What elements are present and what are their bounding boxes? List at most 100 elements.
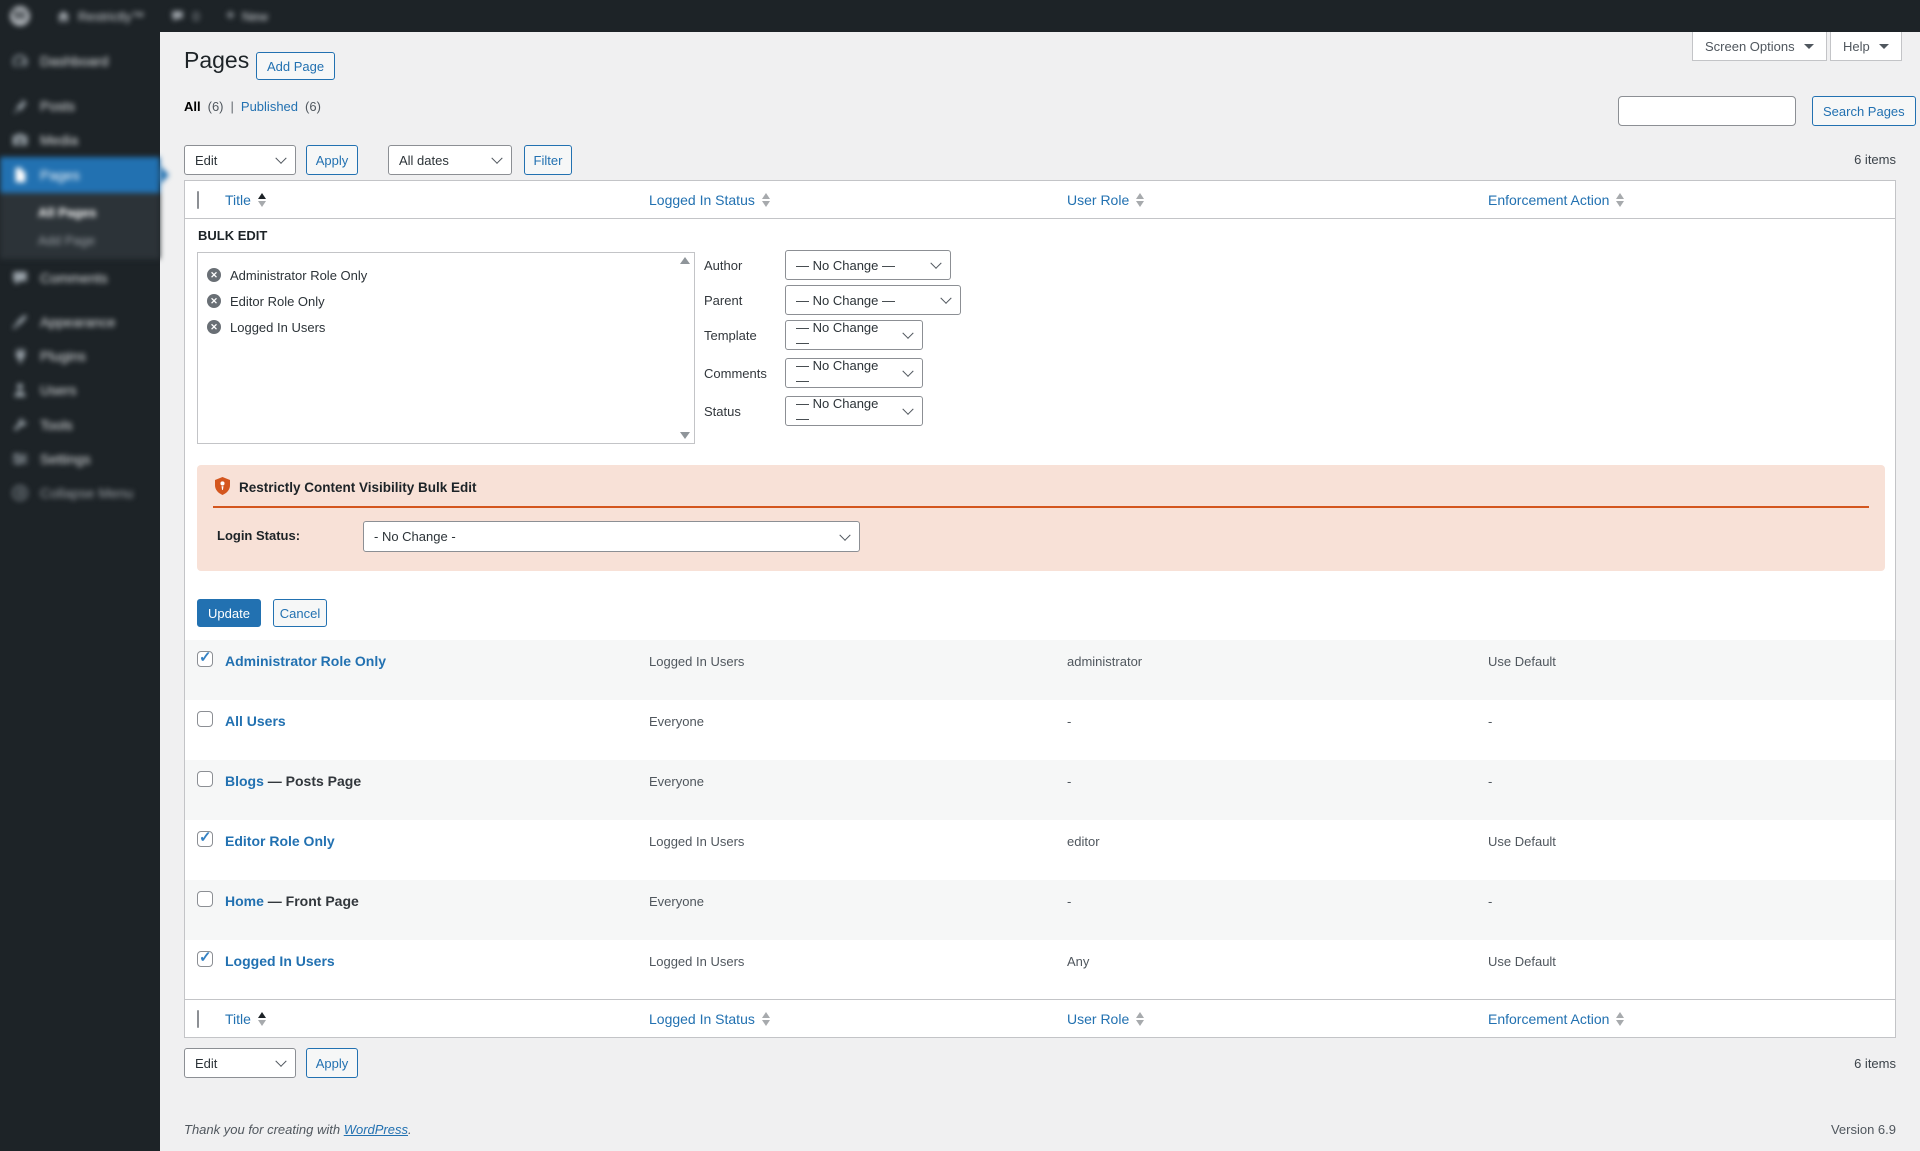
bulk-field-comments: Comments — No Change — [704,358,923,388]
row-checkbox[interactable] [197,948,213,967]
admin-sidebar: Dashboard Posts Media Pages All Pages Ad… [0,32,160,1151]
wordpress-link[interactable]: WordPress [344,1122,408,1137]
column-header-user-role[interactable]: User Role [1067,181,1145,218]
login-status-select[interactable]: - No Change - [363,521,860,552]
row-checkbox[interactable] [197,648,213,667]
sidebar-item-label: Posts [40,98,76,114]
column-header-logged-in-status[interactable]: Logged In Status [649,181,770,218]
cell-user-role: - [1067,714,1072,729]
status-select[interactable]: — No Change — [785,396,923,426]
sort-arrows-icon [1616,192,1625,207]
remove-item-icon[interactable]: ✕ [207,320,221,334]
column-header-title[interactable]: Title [225,1000,266,1037]
new-label: New [242,8,269,24]
page-title-link[interactable]: Administrator Role Only [225,653,386,669]
sidebar-item-pages[interactable]: Pages [0,157,160,193]
sidebar-item-label: Comments [40,270,108,286]
row-checkbox[interactable] [197,711,213,727]
comment-bubble-icon [170,9,185,23]
sidebar-item-appearance[interactable]: Appearance [0,305,160,339]
column-header-enforcement-action[interactable]: Enforcement Action [1488,1000,1625,1037]
bulk-edit-legend: BULK EDIT [198,228,268,243]
filter-all-link[interactable]: All [184,99,201,114]
sidebar-item-label: Pages [40,167,80,183]
row-checkbox[interactable] [197,771,213,787]
sidebar-item-dashboard[interactable]: Dashboard [0,44,160,78]
remove-item-icon[interactable]: ✕ [207,294,221,308]
filter-button[interactable]: Filter [524,145,572,175]
select-all-checkbox[interactable] [197,1010,199,1028]
submenu-item-add-page[interactable]: Add Page [0,226,160,254]
sidebar-item-tools[interactable]: Tools [0,408,160,442]
row-checkbox[interactable] [197,891,213,907]
column-header-title[interactable]: Title [225,181,266,218]
sidebar-item-posts[interactable]: Posts [0,89,160,123]
select-all-checkbox[interactable] [197,191,199,209]
cell-enforcement-action: Use Default [1488,954,1556,969]
apply-button-bottom[interactable]: Apply [306,1048,358,1078]
submenu-item-all-pages[interactable]: All Pages [0,198,160,226]
cancel-button[interactable]: Cancel [273,599,327,627]
bulk-actions-select-bottom[interactable]: Edit [184,1048,296,1078]
add-page-button[interactable]: Add Page [256,52,336,80]
admin-sidebar-menu: Dashboard Posts Media Pages All Pages Ad… [0,32,160,1151]
site-name-menu[interactable]: Restrictly™ [56,9,144,24]
sidebar-item-users[interactable]: Users [0,373,160,407]
filter-published-link[interactable]: Published [241,99,298,114]
gauge-icon [10,51,30,71]
sidebar-item-collapse-menu[interactable]: Collapse Menu [0,476,160,510]
column-header-logged-in-status[interactable]: Logged In Status [649,1000,770,1037]
comments-select[interactable]: — No Change — [785,358,923,388]
parent-select[interactable]: — No Change — [785,285,961,315]
admin-bar-comments[interactable]: 0 [170,9,200,24]
apply-button[interactable]: Apply [306,145,358,175]
selected-page-item: ✕ Editor Role Only [207,288,694,314]
page-title-link[interactable]: All Users [225,713,286,729]
sidebar-item-media[interactable]: Media [0,123,160,157]
search-pages-button[interactable]: Search Pages [1812,96,1916,126]
scroll-down-icon[interactable] [680,432,690,439]
page-title-link[interactable]: Logged In Users [225,953,335,969]
home-icon [56,9,71,24]
camera-icon [10,130,30,150]
cell-logged-in-status: Everyone [649,894,704,909]
wordpress-logo-menu[interactable]: W [10,6,30,26]
sidebar-item-settings[interactable]: Settings [0,442,160,476]
cell-logged-in-status: Everyone [649,714,704,729]
new-content-menu[interactable]: + New [226,7,268,25]
sidebar-item-label: Tools [40,417,73,433]
bulk-field-author: Author — No Change — [704,250,951,280]
page-title-link[interactable]: Home [225,893,264,909]
pushpin-icon [10,96,30,116]
help-label: Help [1843,38,1870,54]
update-button[interactable]: Update [197,599,261,627]
help-tab[interactable]: Help [1830,32,1902,61]
search-pages-input[interactable] [1618,96,1796,126]
column-header-enforcement-action[interactable]: Enforcement Action [1488,181,1625,218]
table-row: Administrator Role Only Logged In Users … [185,640,1895,700]
listbox-scrollbar[interactable] [679,257,691,439]
template-select[interactable]: — No Change — [785,320,923,350]
footer-thanks: Thank you for creating with WordPress. [184,1122,412,1137]
bulk-actions-select[interactable]: Edit [184,145,296,175]
page-title-link[interactable]: Editor Role Only [225,833,335,849]
sort-arrows-icon [1136,192,1145,207]
restrictly-panel-title: Restrictly Content Visibility Bulk Edit [239,480,477,495]
page-title-link[interactable]: Blogs [225,773,264,789]
dates-filter-select[interactable]: All dates [388,145,512,175]
sidebar-item-plugins[interactable]: Plugins [0,339,160,373]
remove-item-icon[interactable]: ✕ [207,268,221,282]
sort-arrows-icon [257,1011,266,1026]
filter-published-count: (6) [305,99,321,114]
table-row: Home — Front Page Everyone - - [185,880,1895,940]
screen-options-tab[interactable]: Screen Options [1692,32,1827,61]
scroll-up-icon[interactable] [680,257,690,264]
author-select[interactable]: — No Change — [785,250,951,280]
column-header-user-role[interactable]: User Role [1067,1000,1145,1037]
sidebar-item-label: Dashboard [40,53,109,69]
table-row: Logged In Users Logged In Users Any Use … [185,940,1895,1000]
cell-enforcement-action: Use Default [1488,834,1556,849]
row-checkbox[interactable] [197,828,213,847]
sidebar-item-comments[interactable]: Comments [0,261,160,295]
field-label: Status [704,403,741,419]
